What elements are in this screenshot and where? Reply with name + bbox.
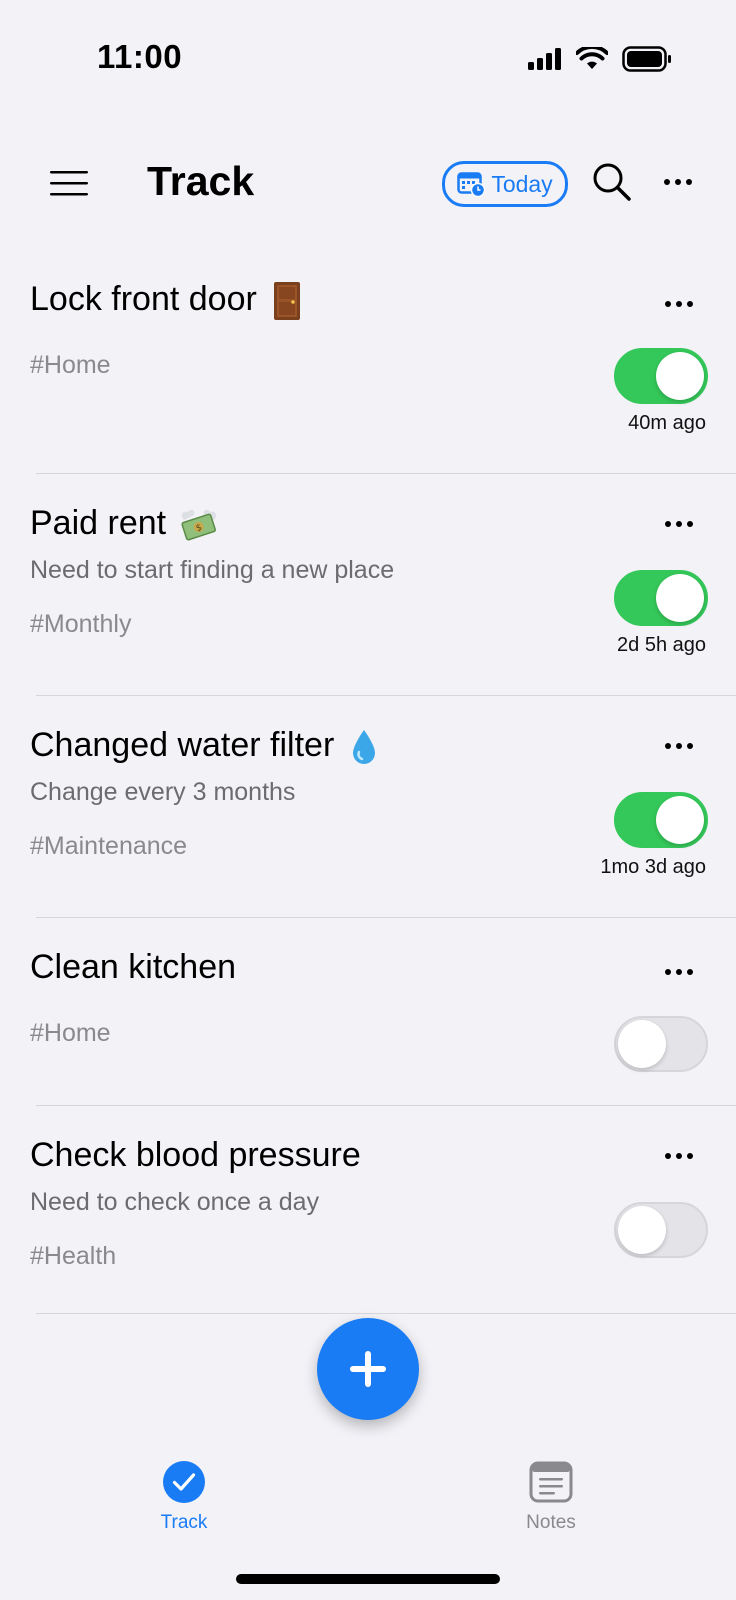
tab-notes[interactable]: Notes [481,1460,621,1534]
item-title-text: Paid rent [30,504,167,542]
item-title: Changed water filter [30,726,378,766]
item-note: Change every 3 months [30,778,296,806]
item-toggle[interactable] [614,1202,708,1258]
tab-track[interactable]: Track [114,1460,254,1534]
home-indicator [236,1574,500,1584]
tab-track-label: Track [160,1512,208,1533]
item-note: Need to check once a day [30,1188,320,1216]
header: Track Today [0,150,736,220]
money-wings-emoji-icon: $ [180,509,216,541]
item-tag: #Home [30,1019,111,1047]
list-item[interactable]: Check blood pressure Need to check once … [0,1106,736,1314]
item-title-text: Lock front door [30,280,257,318]
item-title: Lock front door [30,280,302,321]
item-title: Paid rent $ [30,504,220,544]
tracker-list: Lock front door #Home 40m ago Paid rent [0,250,736,1314]
door-emoji-icon [274,282,301,321]
plus-icon [350,1351,386,1387]
search-icon[interactable] [592,162,632,202]
status-icons [528,46,672,72]
add-button[interactable] [317,1318,419,1420]
item-tag: #Health [30,1242,117,1270]
item-more-icon[interactable] [664,520,694,528]
calendar-clock-icon [457,172,486,197]
page-title: Track [147,158,255,204]
today-button-label: Today [491,170,553,197]
divider [36,1313,736,1314]
item-tag: #Monthly [30,610,132,638]
status-time: 11:00 [97,38,183,75]
list-item[interactable]: Changed water filter Change every 3 mont… [0,696,736,918]
item-tag: #Maintenance [30,832,188,860]
hamburger-menu-icon[interactable] [48,168,90,198]
tab-notes-label: Notes [526,1512,576,1533]
cellular-signal-icon [528,48,561,70]
list-item[interactable]: Lock front door #Home 40m ago [0,250,736,474]
item-time: 1mo 3d ago [600,856,706,878]
item-time: 2d 5h ago [617,634,706,656]
item-more-icon[interactable] [664,742,694,750]
item-title-text: Changed water filter [30,726,335,764]
item-more-icon[interactable] [664,300,694,308]
checkmark-circle-icon [163,1461,205,1503]
item-toggle[interactable] [614,792,708,848]
list-item[interactable]: Clean kitchen #Home [0,918,736,1106]
battery-icon [622,46,671,72]
item-time: 40m ago [628,412,706,434]
wifi-icon [576,47,608,69]
item-toggle[interactable] [614,348,708,404]
item-title: Check blood pressure [30,1136,361,1174]
item-more-icon[interactable] [664,1152,694,1160]
today-button[interactable]: Today [442,161,568,207]
notes-icon [529,1461,573,1503]
item-more-icon[interactable] [664,968,694,976]
item-toggle[interactable] [614,1016,708,1072]
item-note: Need to start finding a new place [30,556,395,584]
more-options-icon[interactable] [663,178,693,186]
list-item[interactable]: Paid rent $ Need to start finding a new … [0,474,736,696]
item-title: Clean kitchen [30,948,237,986]
status-bar: 11:00 [0,0,736,120]
droplet-emoji-icon [352,730,375,765]
item-toggle[interactable] [614,570,708,626]
item-tag: #Home [30,351,111,379]
